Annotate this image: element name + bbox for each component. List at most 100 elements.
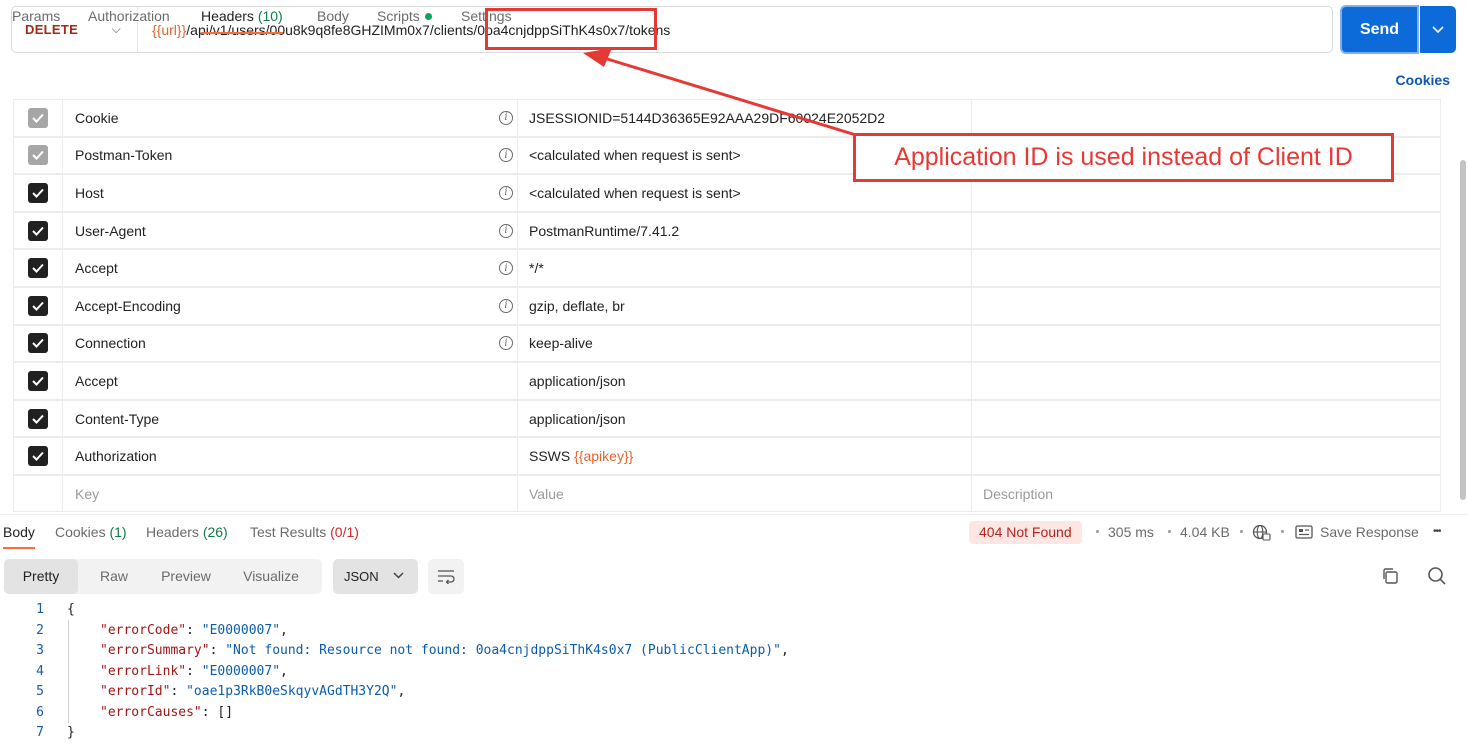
- header-enabled-checkbox[interactable]: [28, 258, 48, 279]
- send-button[interactable]: Send: [1340, 5, 1419, 54]
- network-globe-icon[interactable]: [1252, 524, 1271, 541]
- header-description-cell[interactable]: [972, 438, 1441, 474]
- header-value: keep-alive: [529, 335, 593, 352]
- header-enabled-checkbox[interactable]: [28, 145, 48, 166]
- save-response-button[interactable]: Save Response: [1320, 515, 1419, 549]
- header-enabled-checkbox[interactable]: [28, 107, 48, 128]
- header-enabled-cell: [13, 438, 63, 474]
- header-value-cell[interactable]: keep-alive: [518, 325, 972, 362]
- header-enabled-cell: [13, 212, 63, 249]
- checkmark-icon: [32, 113, 44, 123]
- tab-response-cookies[interactable]: Cookies (1): [55, 515, 127, 549]
- info-icon[interactable]: i: [499, 298, 513, 313]
- new-header-description-input[interactable]: Description: [972, 476, 1441, 511]
- header-key-cell[interactable]: Content-Type: [63, 400, 518, 437]
- header-row: Content-Type application/json: [13, 399, 1441, 438]
- scrollbar[interactable]: [1460, 160, 1466, 500]
- tab-test-results[interactable]: Test Results (0/1): [250, 515, 359, 549]
- code-line: 5 "errorId": "oae1p3RkB0eSkqyvAGdTH3Y2Q",: [0, 682, 1468, 703]
- header-value-cell[interactable]: gzip, deflate, br: [518, 288, 972, 324]
- response-body-code[interactable]: 1{2 "errorCode": "E0000007", 3 "errorSummar…: [0, 600, 1468, 744]
- header-description-cell[interactable]: [972, 100, 1441, 136]
- header-description-cell[interactable]: [972, 400, 1441, 437]
- info-icon[interactable]: i: [499, 110, 513, 125]
- checkmark-icon: [32, 414, 44, 424]
- view-mode-segment: Pretty Raw Preview Visualize: [4, 559, 322, 594]
- code-line: 3 "errorSummary": "Not found: Resource no…: [0, 641, 1468, 662]
- new-header-value-input[interactable]: Value: [518, 476, 972, 511]
- header-key-cell[interactable]: Accept-Encoding i: [63, 288, 518, 324]
- code-text: "errorCauses": []: [100, 704, 234, 720]
- header-value-cell[interactable]: JSESSIONID=5144D36365E92AAA29DF60024E205…: [518, 100, 972, 136]
- chevron-down-icon: [393, 572, 404, 579]
- view-pretty-button[interactable]: Pretty: [4, 559, 78, 594]
- view-preview-button[interactable]: Preview: [148, 559, 224, 594]
- more-options-icon[interactable]: •••: [1433, 515, 1441, 549]
- tab-headers[interactable]: Headers (10): [201, 0, 283, 34]
- line-number: 4: [36, 663, 44, 679]
- info-icon[interactable]: i: [499, 223, 513, 238]
- tab-params[interactable]: Params: [12, 0, 60, 34]
- format-select[interactable]: JSON: [333, 559, 418, 594]
- info-icon[interactable]: i: [499, 185, 513, 200]
- header-row: User-Agent i PostmanRuntime/7.41.2: [13, 211, 1441, 250]
- copy-icon[interactable]: [1381, 567, 1399, 585]
- view-raw-button[interactable]: Raw: [82, 559, 146, 594]
- tab-response-headers[interactable]: Headers (26): [146, 515, 228, 549]
- new-header-key-input[interactable]: Key: [63, 476, 518, 511]
- header-enabled-checkbox[interactable]: [28, 408, 48, 429]
- tab-authorization[interactable]: Authorization: [88, 0, 170, 34]
- json-value: "oae1p3RkB0eSkqyvAGdTH3Y2Q": [186, 684, 398, 699]
- header-key-cell[interactable]: Cookie i: [63, 100, 518, 136]
- header-enabled-checkbox[interactable]: [28, 370, 48, 391]
- header-key-cell[interactable]: Accept i: [63, 250, 518, 286]
- cookies-link[interactable]: Cookies: [1396, 64, 1450, 96]
- header-value-cell[interactable]: SSWS {{apikey}}: [518, 438, 972, 474]
- header-value-cell[interactable]: application/json: [518, 400, 972, 437]
- response-bar: Body Cookies (1) Headers (26) Test Resul…: [0, 514, 1468, 550]
- header-key-cell[interactable]: Authorization: [63, 438, 518, 474]
- header-description-cell[interactable]: [972, 363, 1441, 399]
- response-size[interactable]: 4.04 KB: [1180, 515, 1230, 549]
- info-icon[interactable]: i: [499, 148, 513, 163]
- tab-body[interactable]: Body: [317, 0, 349, 34]
- response-time[interactable]: 305 ms: [1108, 515, 1154, 549]
- header-enabled-checkbox[interactable]: [28, 182, 48, 203]
- code-line: 2 "errorCode": "E0000007",: [0, 621, 1468, 642]
- header-enabled-cell: [13, 476, 63, 511]
- line-number: 6: [36, 704, 44, 720]
- tab-response-body[interactable]: Body: [3, 515, 35, 549]
- send-options-button[interactable]: [1420, 6, 1456, 53]
- header-value-cell[interactable]: */*: [518, 250, 972, 286]
- search-icon[interactable]: [1427, 566, 1447, 586]
- tab-scripts[interactable]: Scripts: [377, 0, 432, 34]
- header-enabled-checkbox[interactable]: [28, 333, 48, 354]
- header-key-cell[interactable]: Host i: [63, 175, 518, 211]
- header-row: Accept application/json: [13, 362, 1441, 400]
- header-description-cell[interactable]: [972, 325, 1441, 362]
- header-value-cell[interactable]: application/json: [518, 363, 972, 399]
- header-enabled-checkbox[interactable]: [28, 295, 48, 316]
- wrap-lines-button[interactable]: [428, 559, 464, 594]
- checkmark-icon: [32, 226, 44, 236]
- info-icon[interactable]: i: [499, 261, 513, 276]
- header-enabled-checkbox[interactable]: [28, 220, 48, 241]
- header-row: Connection i keep-alive: [13, 324, 1441, 363]
- chevron-down-icon: [1432, 25, 1444, 33]
- header-description-cell[interactable]: [972, 212, 1441, 249]
- status-badge[interactable]: 404 Not Found: [969, 521, 1082, 544]
- header-key-cell[interactable]: Postman-Token i: [63, 137, 518, 174]
- header-value: <calculated when request is sent>: [529, 184, 741, 201]
- tab-response-headers-label: Headers: [146, 524, 199, 540]
- header-description-cell[interactable]: [972, 288, 1441, 324]
- view-visualize-button[interactable]: Visualize: [226, 559, 316, 594]
- info-icon[interactable]: i: [499, 336, 513, 351]
- header-description-cell[interactable]: [972, 250, 1441, 286]
- json-value: []: [217, 704, 234, 720]
- header-value-cell[interactable]: PostmanRuntime/7.41.2: [518, 212, 972, 249]
- json-key: "errorId": [100, 684, 171, 699]
- header-key-cell[interactable]: Connection i: [63, 325, 518, 362]
- header-key-cell[interactable]: User-Agent i: [63, 212, 518, 249]
- header-key-cell[interactable]: Accept: [63, 363, 518, 399]
- header-enabled-checkbox[interactable]: [28, 446, 48, 467]
